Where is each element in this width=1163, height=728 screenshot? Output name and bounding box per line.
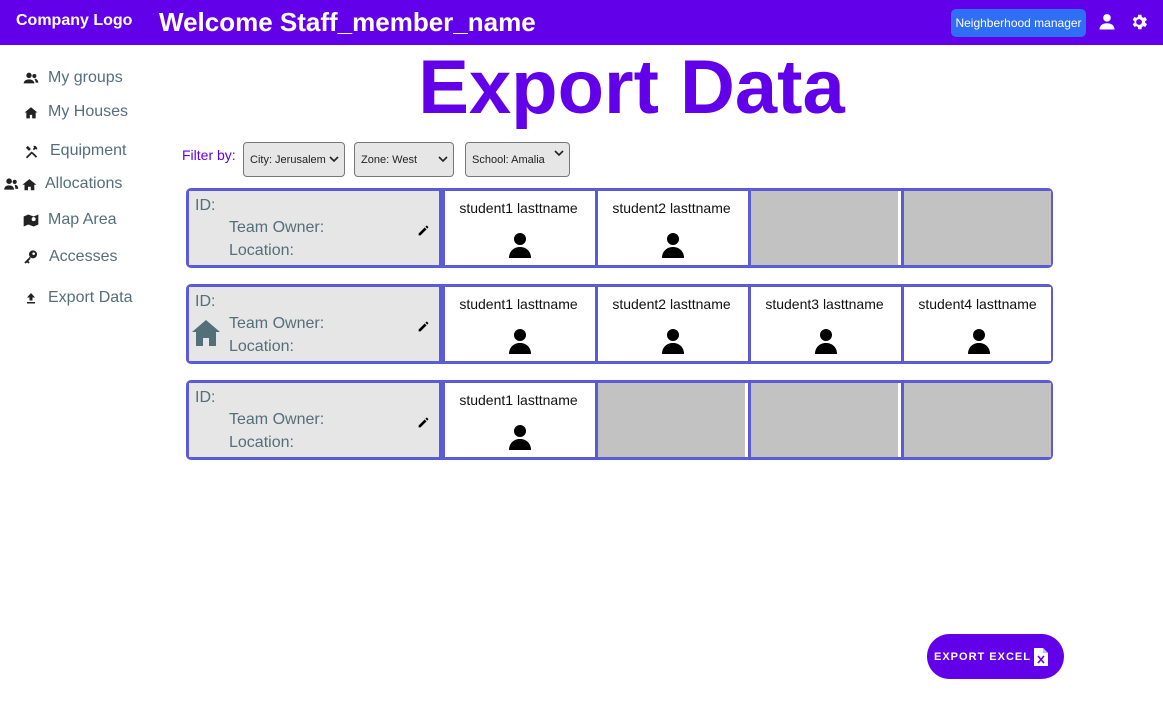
key-icon [20, 248, 42, 266]
export-excel-label: EXPORT EXCEL [934, 650, 1031, 663]
group-info: ID: Team Owner: Location: [189, 383, 442, 457]
house-icon [192, 320, 220, 346]
person-icon [508, 424, 532, 450]
person-icon [661, 328, 685, 354]
member-name: student2 lasttname [612, 296, 731, 312]
chevron-down-icon [438, 156, 448, 163]
group-id-label: ID: [195, 293, 216, 310]
map-icon [20, 211, 42, 229]
member-name: student1 lasttname [459, 296, 578, 312]
sidebar-item-allocations[interactable]: Allocations [3, 175, 122, 193]
user-icon[interactable] [1097, 12, 1117, 32]
excel-file-icon [1034, 648, 1048, 666]
member-card[interactable]: student2 lasttname [595, 287, 745, 361]
member-card[interactable]: student1 lasttname [442, 383, 592, 457]
member-card[interactable]: student1 lasttname [442, 191, 592, 265]
gear-icon[interactable] [1129, 12, 1149, 32]
top-bar: Company Logo Welcome Staff_member_name N… [0, 0, 1163, 45]
group-row: ID: Team Owner: Location: student1 lasttnam… [186, 188, 1053, 268]
sidebar-item-accesses[interactable]: Accesses [20, 248, 117, 266]
group-info: ID: Team Owner: Location: [189, 191, 442, 265]
person-icon [508, 328, 532, 354]
sidebar-item-label: Accesses [49, 248, 118, 265]
sidebar-item-label: Export Data [48, 289, 133, 306]
edit-icon[interactable] [417, 416, 430, 429]
member-name: student1 lasttname [459, 200, 578, 216]
sidebar-item-map-area[interactable]: Map Area [20, 211, 116, 229]
member-card[interactable]: student2 lasttname [595, 191, 745, 265]
member-name: student4 lasttname [918, 296, 1037, 312]
member-card[interactable]: student3 lasttname [748, 287, 898, 361]
person-icon [814, 328, 838, 354]
member-card[interactable]: student1 lasttname [442, 287, 592, 361]
upload-icon [20, 289, 42, 307]
chevron-down-icon [554, 150, 564, 157]
location-label: Location: [229, 242, 294, 259]
group-row: ID: Team Owner: Location: student1 lasttnam… [186, 380, 1053, 460]
zone-filter-value: Zone: West [361, 153, 418, 166]
team-owner-label: Team Owner: [229, 219, 325, 236]
city-filter-select[interactable]: City: Jerusalem [243, 142, 345, 177]
group-id-label: ID: [195, 197, 216, 214]
location-label: Location: [229, 434, 294, 451]
member-name: student3 lasttname [765, 296, 884, 312]
location-label: Location: [229, 338, 294, 355]
group-id-label: ID: [195, 389, 216, 406]
team-owner-label: Team Owner: [229, 411, 325, 428]
school-filter-value: School: Amalia [472, 153, 545, 166]
empty-member-slot [901, 383, 1051, 457]
sidebar-item-label: Map Area [48, 211, 117, 228]
empty-member-slot [595, 383, 745, 457]
empty-member-slot [748, 383, 898, 457]
person-icon [967, 328, 991, 354]
sidebar-item-equipment[interactable]: Equipment [20, 142, 127, 160]
group-row: ID: Team Owner: Location: student1 lasttnam… [186, 284, 1053, 364]
school-filter-select[interactable]: School: Amalia [465, 142, 570, 177]
person-icon [661, 232, 685, 258]
member-name: student2 lasttname [612, 200, 731, 216]
sidebar-item-label: Allocations [45, 175, 123, 192]
group-info: ID: Team Owner: Location: [189, 287, 442, 361]
company-logo[interactable]: Company Logo [16, 12, 132, 30]
sidebar-item-export-data[interactable]: Export Data [20, 289, 132, 307]
team-owner-label: Team Owner: [229, 315, 325, 332]
welcome-message: Welcome Staff_member_name [159, 7, 536, 37]
filter-label: Filter by: [182, 147, 236, 163]
group-house-icon [3, 175, 39, 193]
page-title: Export Data [418, 45, 845, 130]
member-card[interactable]: student4 lasttname [901, 287, 1051, 361]
export-excel-button[interactable]: EXPORT EXCEL [927, 634, 1064, 679]
edit-icon[interactable] [417, 224, 430, 237]
role-button[interactable]: Neighberhood manager [951, 9, 1086, 37]
tools-icon [20, 142, 42, 160]
edit-icon[interactable] [417, 320, 430, 333]
zone-filter-select[interactable]: Zone: West [354, 142, 454, 177]
city-filter-value: City: Jerusalem [250, 153, 326, 166]
person-icon [508, 232, 532, 258]
empty-member-slot [748, 191, 898, 265]
chevron-down-icon [329, 156, 339, 163]
empty-member-slot [901, 191, 1051, 265]
sidebar-item-label: Equipment [50, 142, 127, 159]
member-name: student1 lasttname [459, 392, 578, 408]
